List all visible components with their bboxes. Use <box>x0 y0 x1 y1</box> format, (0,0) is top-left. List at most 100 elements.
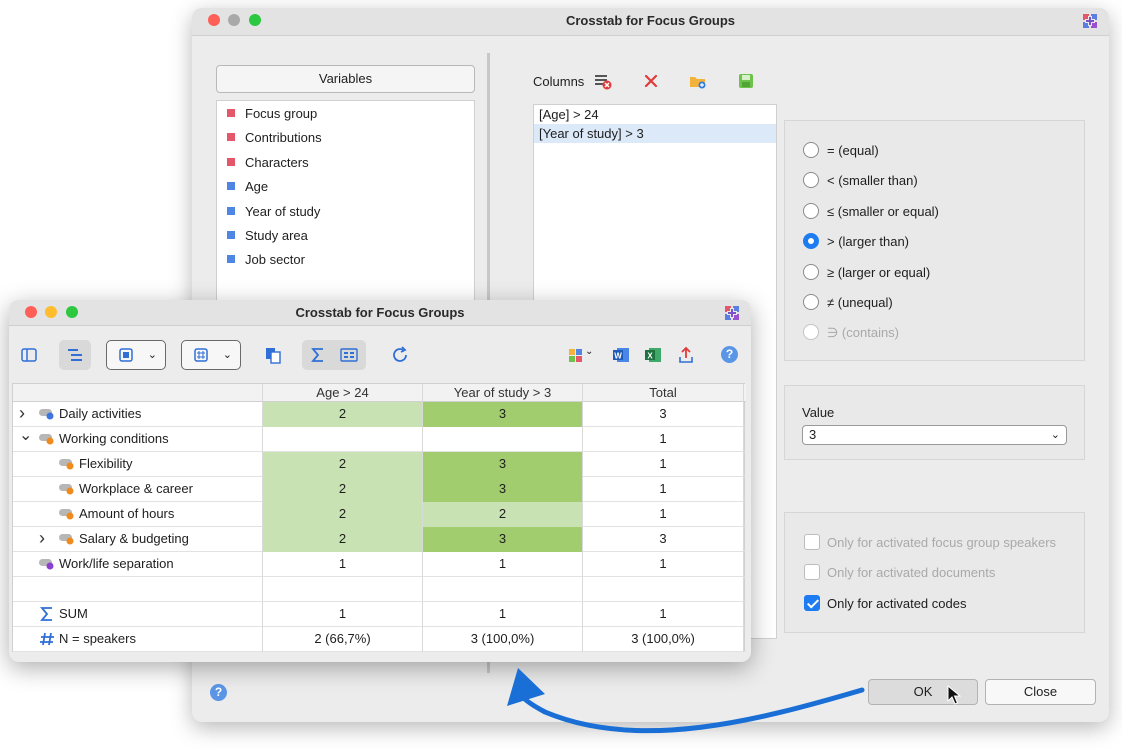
help-icon[interactable]: ? <box>210 684 227 701</box>
table-cell[interactable] <box>423 427 583 452</box>
export-excel-button[interactable]: X <box>642 340 664 370</box>
expand-chevron-icon[interactable]: › <box>39 526 45 550</box>
number-format-dropdown[interactable]: ⌄ <box>181 340 241 370</box>
table-cell[interactable]: 2 <box>263 402 423 427</box>
variable-item[interactable]: Focus group <box>227 104 317 124</box>
row-label-cell: Flexibility <box>13 452 263 477</box>
table-cell[interactable]: 3 (100,0%) <box>423 627 583 652</box>
checkbox <box>804 564 820 581</box>
table-row[interactable]: Amount of hours 2 2 1 <box>13 502 746 527</box>
table-row[interactable]: N = speakers 2 (66,7%) 3 (100,0%) 3 (100,0%… <box>13 627 746 652</box>
table-row[interactable]: Workplace & career 2 3 1 <box>13 477 746 502</box>
value-select[interactable]: 3 ⌄ <box>802 425 1067 445</box>
option-checkbox-row[interactable]: Only for activated codes <box>804 594 966 614</box>
operator-option[interactable]: ≤ (smaller or equal) <box>803 202 939 222</box>
display-mode-dropdown[interactable]: ⌄ <box>106 340 166 370</box>
table-row[interactable]: Work/life separation 1 1 1 <box>13 552 746 577</box>
column-condition-item[interactable]: [Year of study] > 3 <box>534 124 776 143</box>
open-folder-icon[interactable] <box>689 72 707 90</box>
table-cell[interactable]: 3 <box>583 527 744 552</box>
table-cell[interactable]: 1 <box>263 552 423 577</box>
table-cell[interactable]: 1 <box>583 602 744 627</box>
variable-item[interactable]: Contributions <box>227 128 322 148</box>
option-label: Only for activated codes <box>827 595 967 611</box>
table-cell[interactable] <box>423 577 583 602</box>
table-row[interactable]: ⌄ Working conditions 1 <box>13 427 746 452</box>
table-row[interactable]: › Daily activities 2 3 3 <box>13 402 746 427</box>
export-button[interactable] <box>675 340 697 370</box>
ok-button[interactable]: OK <box>868 679 978 705</box>
copy-documents-button[interactable] <box>257 340 289 370</box>
table-cell[interactable]: 3 (100,0%) <box>583 627 744 652</box>
column-header[interactable]: Year of study > 3 <box>423 384 583 402</box>
table-row[interactable] <box>13 577 746 602</box>
operator-option[interactable]: = (equal) <box>803 141 879 161</box>
radio-button[interactable] <box>803 172 819 189</box>
table-row[interactable]: › Salary & budgeting 2 3 3 <box>13 527 746 552</box>
table-header-row: Age > 24 Year of study > 3 Total <box>13 384 746 402</box>
table-cell[interactable]: 3 <box>423 527 583 552</box>
operator-option[interactable]: > (larger than) <box>803 232 909 252</box>
table-cell[interactable]: 2 (66,7%) <box>263 627 423 652</box>
refresh-button[interactable] <box>387 340 413 370</box>
variable-item[interactable]: Year of study <box>227 202 320 222</box>
table-cell[interactable]: 1 <box>583 427 744 452</box>
color-scheme-dropdown[interactable]: ⌄ <box>565 340 595 370</box>
table-cell[interactable]: 2 <box>423 502 583 527</box>
chevron-down-icon: ⌄ <box>1050 429 1060 441</box>
excel-icon: X <box>645 348 661 362</box>
column-header[interactable]: Age > 24 <box>263 384 423 402</box>
table-cell[interactable]: 1 <box>583 502 744 527</box>
column-condition-item[interactable]: [Age] > 24 <box>534 105 776 124</box>
operator-label: ≥ (larger or equal) <box>827 264 931 280</box>
variable-item[interactable]: Job sector <box>227 250 305 270</box>
table-cell[interactable]: 1 <box>583 552 744 577</box>
variable-label: Age <box>245 179 269 195</box>
table-cell[interactable]: 2 <box>263 502 423 527</box>
operator-option[interactable]: ≥ (larger or equal) <box>803 263 930 283</box>
table-cell[interactable] <box>583 577 744 602</box>
table-row[interactable]: SUM 1 1 1 <box>13 602 746 627</box>
export-word-button[interactable]: W <box>610 340 632 370</box>
radio-button[interactable] <box>803 233 819 250</box>
column-header[interactable]: Total <box>583 384 744 402</box>
sum-toggle-group[interactable] <box>302 340 366 370</box>
checkbox[interactable] <box>804 594 820 611</box>
variable-item[interactable]: Age <box>227 177 268 197</box>
table-cell[interactable]: 3 <box>423 402 583 427</box>
table-cell[interactable]: 1 <box>583 452 744 477</box>
expand-chevron-icon[interactable]: › <box>19 401 25 425</box>
row-label-cell: Workplace & career <box>13 477 263 502</box>
radio-button[interactable] <box>803 294 819 310</box>
table-cell[interactable] <box>263 427 423 452</box>
word-icon: W <box>613 348 629 362</box>
table-row[interactable]: Flexibility 2 3 1 <box>13 452 746 477</box>
variables-button[interactable]: Variables <box>216 65 475 93</box>
table-cell[interactable] <box>263 577 423 602</box>
variable-item[interactable]: Study area <box>227 226 308 246</box>
close-button[interactable]: Close <box>985 679 1096 705</box>
remove-all-columns-icon[interactable] <box>594 72 612 90</box>
operator-option[interactable]: < (smaller than) <box>803 171 918 191</box>
variable-item[interactable]: Characters <box>227 153 309 173</box>
table-cell[interactable]: 2 <box>263 452 423 477</box>
operator-option[interactable]: ≠ (unequal) <box>803 293 893 313</box>
table-cell[interactable]: 1 <box>423 602 583 627</box>
help-icon[interactable]: ? <box>721 346 738 363</box>
radio-button[interactable] <box>803 142 819 158</box>
table-cell[interactable]: 3 <box>583 402 744 427</box>
table-cell[interactable]: 1 <box>423 552 583 577</box>
hierarchy-view-button[interactable] <box>59 340 91 370</box>
radio-button[interactable] <box>803 263 819 280</box>
table-cell[interactable]: 2 <box>263 527 423 552</box>
table-cell[interactable]: 2 <box>263 477 423 502</box>
table-cell[interactable]: 3 <box>423 477 583 502</box>
table-cell[interactable]: 1 <box>583 477 744 502</box>
table-cell[interactable]: 3 <box>423 452 583 477</box>
collapse-chevron-icon[interactable]: ⌄ <box>19 424 32 448</box>
table-cell[interactable]: 1 <box>263 602 423 627</box>
radio-button[interactable] <box>803 202 819 219</box>
delete-column-icon[interactable] <box>642 72 660 90</box>
save-icon[interactable] <box>737 72 755 90</box>
toggle-sidebar-button[interactable] <box>15 340 43 370</box>
